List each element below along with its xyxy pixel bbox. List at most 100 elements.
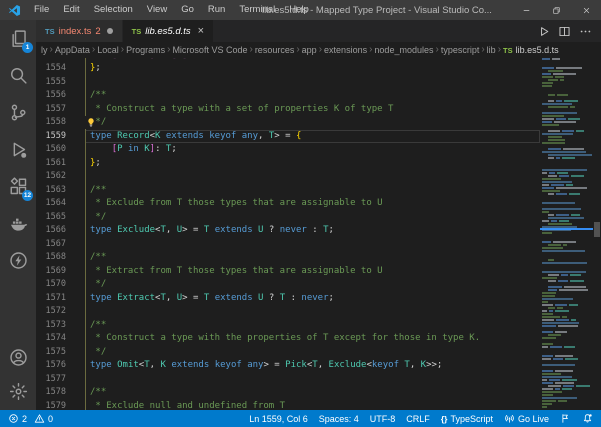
menu-edit[interactable]: Edit [56, 0, 86, 20]
breadcrumb-item[interactable]: Microsoft VS Code [172, 45, 247, 55]
restore-button[interactable] [541, 0, 571, 20]
code-line[interactable]: 1577 [36, 373, 540, 387]
code-line[interactable]: 1566 type Exclude<T, U> = T extends U ? n… [36, 224, 540, 238]
code-line[interactable]: 1574 * Construct a type with the propert… [36, 332, 540, 346]
close-button[interactable] [571, 0, 601, 20]
breadcrumb-item[interactable]: app [302, 45, 317, 55]
tab-index.ts[interactable]: TS index.ts 2 [36, 20, 123, 42]
line-number[interactable]: 1569 [36, 265, 66, 279]
code-line[interactable]: 1565 */ [36, 211, 540, 225]
line-number[interactable]: 1579 [36, 400, 66, 411]
lightbulb-icon[interactable] [85, 116, 96, 129]
code-line[interactable]: 1556 /** [36, 89, 540, 103]
tab-lib.es5.d.ts[interactable]: TS lib.es5.d.ts × [122, 20, 215, 42]
breadcrumb-item[interactable]: lib [487, 45, 496, 55]
code-line[interactable]: 1579 * Exclude null and undefined from T [36, 400, 540, 411]
activity-accounts[interactable] [0, 340, 36, 374]
menu-go[interactable]: Go [174, 0, 201, 20]
editor-scrollbar[interactable] [593, 58, 601, 410]
menu-file[interactable]: File [27, 0, 56, 20]
activity-run-and-debug[interactable] [0, 131, 36, 168]
line-number[interactable]: 1563 [36, 184, 66, 198]
split-editor-button[interactable] [558, 25, 571, 38]
breadcrumb-item[interactable]: extensions [324, 45, 367, 55]
breadcrumb-item[interactable]: Programs [126, 45, 165, 55]
code-line[interactable]: 1555 [36, 76, 540, 90]
line-number[interactable]: 1575 [36, 346, 66, 360]
line-number[interactable]: 1570 [36, 278, 66, 292]
code-line[interactable]: 1575 */ [36, 346, 540, 360]
activity-settings[interactable] [0, 374, 36, 408]
status-warnings[interactable]: 0 [34, 413, 53, 424]
status-language-mode[interactable]: {} TypeScript [441, 414, 493, 424]
menu-view[interactable]: View [140, 0, 174, 20]
line-number[interactable]: 1578 [36, 386, 66, 400]
line-number[interactable]: 1566 [36, 224, 66, 238]
code-line[interactable]: 1554}; [36, 62, 540, 76]
line-number[interactable]: 1561 [36, 157, 66, 171]
line-number[interactable]: 1571 [36, 292, 66, 306]
line-number[interactable]: 1567 [36, 238, 66, 252]
line-number[interactable]: 1559 [36, 130, 66, 144]
line-number[interactable]: 1572 [36, 305, 66, 319]
line-number[interactable]: 1562 [36, 170, 66, 184]
run-button[interactable] [537, 25, 550, 38]
code-line[interactable]: 1572 [36, 305, 540, 319]
code-line[interactable]: 1568 /** [36, 251, 540, 265]
code-line[interactable]: 1570 */ [36, 278, 540, 292]
line-number[interactable]: 1568 [36, 251, 66, 265]
status-flag[interactable] [560, 413, 571, 424]
status-notifications[interactable] [582, 413, 593, 424]
code-line[interactable]: 1573 /** [36, 319, 540, 333]
status-encoding[interactable]: UTF-8 [370, 414, 396, 424]
breadcrumb-item[interactable]: resources [255, 45, 295, 55]
close-tab-icon[interactable]: × [198, 25, 204, 37]
status-go-live[interactable]: Go Live [504, 413, 549, 424]
line-number[interactable]: 1573 [36, 319, 66, 333]
line-number[interactable]: 1557 [36, 103, 66, 117]
status-cursor-position[interactable]: Ln 1559, Col 6 [249, 414, 308, 424]
code-line[interactable]: 1562 [36, 170, 540, 184]
line-number[interactable]: 1556 [36, 89, 66, 103]
line-number[interactable]: 1560 [36, 143, 66, 157]
activity-docker[interactable] [0, 205, 36, 242]
scrollbar-thumb[interactable] [594, 222, 600, 237]
breadcrumb-item[interactable]: Local [97, 45, 119, 55]
breadcrumb-item[interactable]: ly [41, 45, 48, 55]
breadcrumb-item[interactable]: AppData [55, 45, 90, 55]
more-actions-button[interactable] [579, 25, 592, 38]
code-line[interactable]: 1576 type Omit<T, K extends keyof any> = … [36, 359, 540, 373]
activity-extensions[interactable]: 12 [0, 168, 36, 205]
code-line[interactable]: 1567 [36, 238, 540, 252]
status-eol[interactable]: CRLF [406, 414, 430, 424]
code-line[interactable]: 1558 */ [36, 116, 540, 130]
status-indentation[interactable]: Spaces: 4 [319, 414, 359, 424]
breadcrumb-item[interactable]: node_modules [374, 45, 433, 55]
activity-search[interactable] [0, 57, 36, 94]
code-line[interactable]: 1564 * Exclude from T those types that a… [36, 197, 540, 211]
minimize-button[interactable] [511, 0, 541, 20]
line-number[interactable]: 1554 [36, 62, 66, 76]
activity-thunder-client[interactable] [0, 242, 36, 279]
line-number[interactable]: 1558 [36, 116, 66, 130]
breadcrumb-item[interactable]: typescript [441, 45, 480, 55]
status-errors[interactable]: 2 [8, 413, 27, 424]
code-line[interactable]: 1560 [P in K]: T; [36, 143, 540, 157]
minimap[interactable] [540, 58, 593, 410]
code-line[interactable]: 1561}; [36, 157, 540, 171]
menu-run[interactable]: Run [201, 0, 232, 20]
code-line[interactable]: 1557 * Construct a type with a set of pr… [36, 103, 540, 117]
code-line[interactable]: 1578 /** [36, 386, 540, 400]
menu-selection[interactable]: Selection [87, 0, 140, 20]
code-line[interactable]: 1571 type Extract<T, U> = T extends U ? T… [36, 292, 540, 306]
breadcrumb-file[interactable]: TS lib.es5.d.ts [503, 45, 559, 55]
line-number[interactable]: 1565 [36, 211, 66, 225]
line-number[interactable]: 1576 [36, 359, 66, 373]
line-number[interactable]: 1555 [36, 76, 66, 90]
code-line[interactable]: 1563 /** [36, 184, 540, 198]
code-line[interactable]: 1559 type Record<K extends keyof any, T> … [36, 129, 540, 144]
code-line[interactable]: 1569 * Extract from T those types that a… [36, 265, 540, 279]
line-number[interactable]: 1577 [36, 373, 66, 387]
activity-source-control[interactable] [0, 94, 36, 131]
line-number[interactable]: 1564 [36, 197, 66, 211]
